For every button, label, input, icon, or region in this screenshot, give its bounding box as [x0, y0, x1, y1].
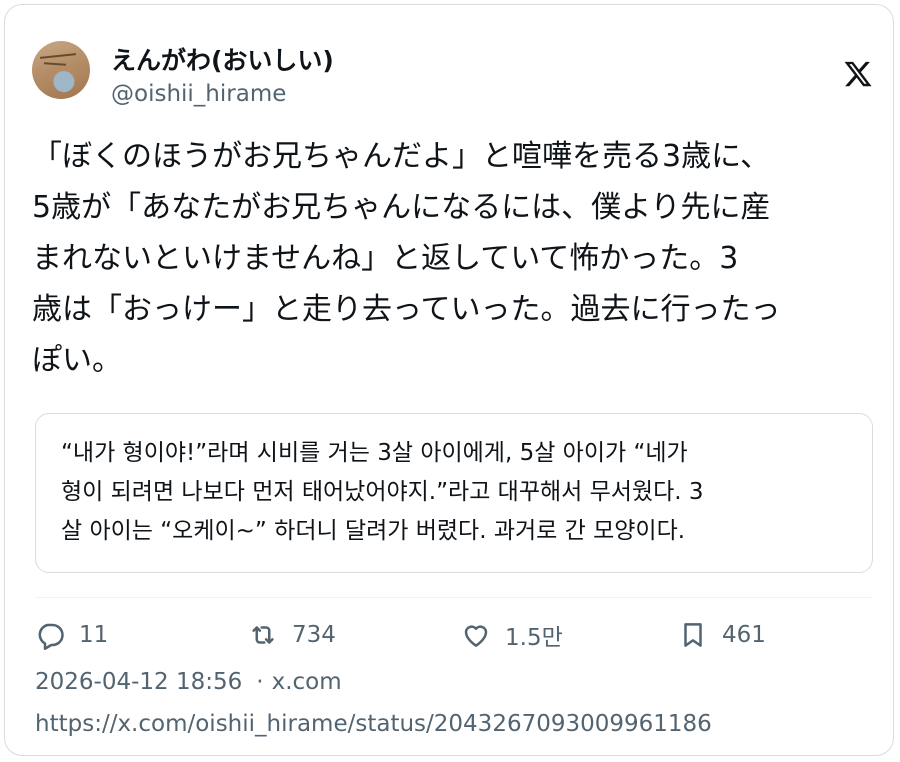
tweet-text: 「ぼくのほうがお兄ちゃんだよ」と喧嘩を売る3歳に、 5歳が「あなたがお兄ちゃんに…: [32, 139, 781, 378]
avatar-scribble: [39, 53, 77, 59]
author-handle[interactable]: @oishii_hirame: [111, 81, 286, 107]
reply-button[interactable]: 11: [35, 617, 108, 653]
translation-box: “내가 형이야!”라며 시비를 거는 3살 아이에게, 5살 아이가 “네가 형…: [35, 413, 873, 573]
reply-icon: [38, 623, 64, 650]
translation-text: “내가 형이야!”라며 시비를 거는 3살 아이에게, 5살 아이가 “네가 형…: [61, 440, 704, 544]
author-display-name[interactable]: えんがわ(おいしい): [111, 41, 334, 77]
like-button[interactable]: 1.5만: [461, 617, 563, 653]
retweet-count: 734: [292, 622, 336, 648]
tweet-url-link[interactable]: https://x.com/oishii_hirame/status/20432…: [35, 711, 712, 737]
tweet-meta: 2026-04-12 18:56 · x.com: [35, 669, 342, 695]
tweet-card: えんがわ(おいしい) @oishii_hirame 「ぼくのほうがお兄ちゃんだよ…: [4, 4, 894, 756]
avatar[interactable]: [32, 41, 90, 99]
retweet-icon: [252, 626, 274, 644]
bookmark-icon: [684, 623, 702, 647]
source-label: x.com: [271, 669, 342, 695]
like-count: 1.5만: [505, 625, 563, 651]
avatar-scribble: [43, 62, 67, 66]
heart-icon: [464, 625, 488, 647]
retweet-button[interactable]: 734: [248, 617, 336, 653]
divider: [35, 597, 873, 598]
x-logo-icon[interactable]: [843, 59, 873, 89]
timestamp[interactable]: 2026-04-12 18:56: [35, 669, 242, 695]
reply-count: 11: [79, 622, 109, 648]
meta-separator: ·: [256, 669, 264, 695]
bookmark-count: 461: [722, 622, 766, 648]
bookmark-button[interactable]: 461: [678, 617, 766, 653]
